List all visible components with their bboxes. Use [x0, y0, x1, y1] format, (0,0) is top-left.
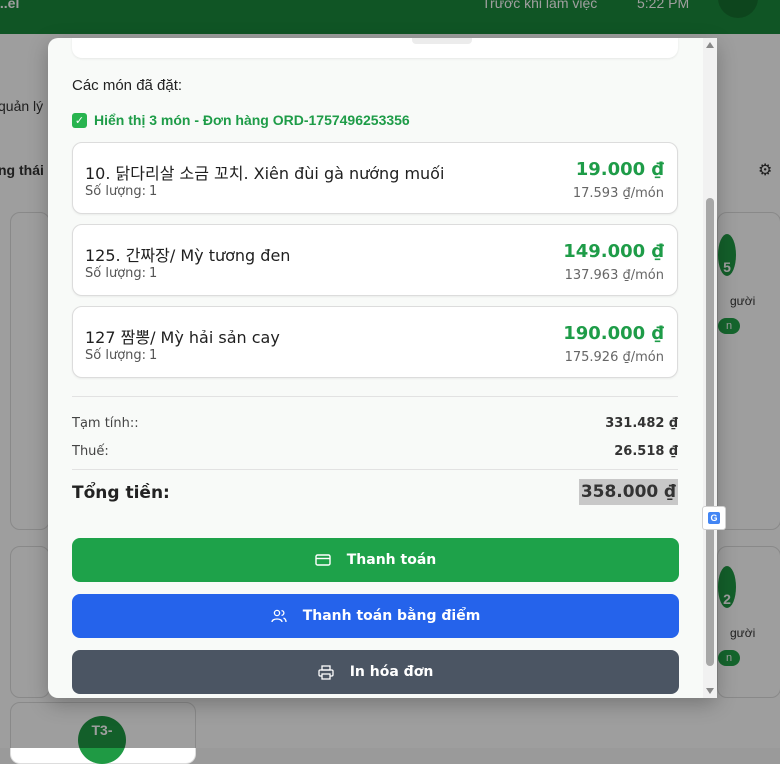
scroll-down-arrow[interactable]	[706, 688, 714, 694]
order-info-text: Hiển thị 3 món - Đơn hàng ORD-1757496253…	[94, 112, 410, 128]
summary-divider	[72, 396, 678, 397]
printer-icon	[318, 664, 334, 680]
modal-scrollbar[interactable]	[703, 38, 717, 698]
order-item-card: 127 짬뽕/ Mỳ hải sản cay Số lượng: 1 190.00…	[72, 306, 678, 378]
item-price: 19.000 ₫	[575, 159, 664, 180]
users-icon	[271, 609, 287, 623]
quantity-value: 1	[149, 348, 158, 363]
item-unit-price: 175.926 ₫/món	[564, 350, 664, 365]
item-quantity: Số lượng: 1	[85, 184, 157, 199]
quantity-value: 1	[149, 184, 158, 199]
tax-value: 26.518 ₫	[614, 444, 678, 459]
print-invoice-button[interactable]: In hóa đơn	[72, 650, 679, 694]
order-item-card: 10. 닭다리살 소금 꼬치. Xiên đùi gà nướng muối S…	[72, 142, 678, 214]
quantity-label: Số lượng:	[85, 266, 147, 281]
item-quantity: Số lượng: 1	[85, 266, 157, 281]
order-info-line: ✓ Hiển thị 3 món - Đơn hàng ORD-17574962…	[72, 112, 410, 128]
item-price: 149.000 ₫	[563, 241, 664, 262]
scroll-up-arrow[interactable]	[706, 42, 714, 48]
ordered-items-title: Các món đã đặt:	[72, 77, 183, 94]
pay-button-label: Thanh toán	[346, 552, 437, 568]
quantity-value: 1	[149, 266, 158, 281]
section-handle	[412, 38, 472, 44]
subtotal-label: Tạm tính::	[72, 416, 139, 431]
order-payment-modal: Các món đã đặt: ✓ Hiển thị 3 món - Đơn h…	[48, 38, 717, 698]
item-name: 127 짬뽕/ Mỳ hải sản cay	[85, 328, 280, 347]
item-name: 10. 닭다리살 소금 꼬치. Xiên đùi gà nướng muối	[85, 164, 445, 183]
item-price: 190.000 ₫	[563, 323, 664, 344]
tax-label: Thuế:	[72, 444, 109, 459]
item-unit-price: 137.963 ₫/món	[564, 268, 664, 283]
subtotal-value: 331.482 ₫	[605, 416, 678, 431]
item-name: 125. 간짜장/ Mỳ tương đen	[85, 246, 291, 265]
pay-with-points-button[interactable]: Thanh toán bằng điểm	[72, 594, 679, 638]
translate-icon[interactable]: G	[702, 506, 726, 530]
pay-button[interactable]: Thanh toán	[72, 538, 679, 582]
total-value: 358.000 ₫	[578, 479, 678, 505]
item-unit-price: 17.593 ₫/món	[572, 186, 664, 201]
quantity-label: Số lượng:	[85, 348, 147, 363]
total-label: Tổng tiền:	[72, 483, 170, 503]
order-item-card: 125. 간짜장/ Mỳ tương đen Số lượng: 1 149.00…	[72, 224, 678, 296]
scrollbar-thumb[interactable]	[706, 198, 714, 666]
print-invoice-label: In hóa đơn	[349, 664, 434, 680]
previous-section-edge	[72, 38, 678, 58]
credit-card-icon	[315, 554, 331, 566]
check-icon: ✓	[72, 112, 87, 128]
pay-with-points-label: Thanh toán bằng điểm	[302, 608, 481, 624]
quantity-label: Số lượng:	[85, 184, 147, 199]
google-translate-glyph: G	[708, 512, 720, 524]
item-quantity: Số lượng: 1	[85, 348, 157, 363]
total-divider	[72, 469, 678, 470]
